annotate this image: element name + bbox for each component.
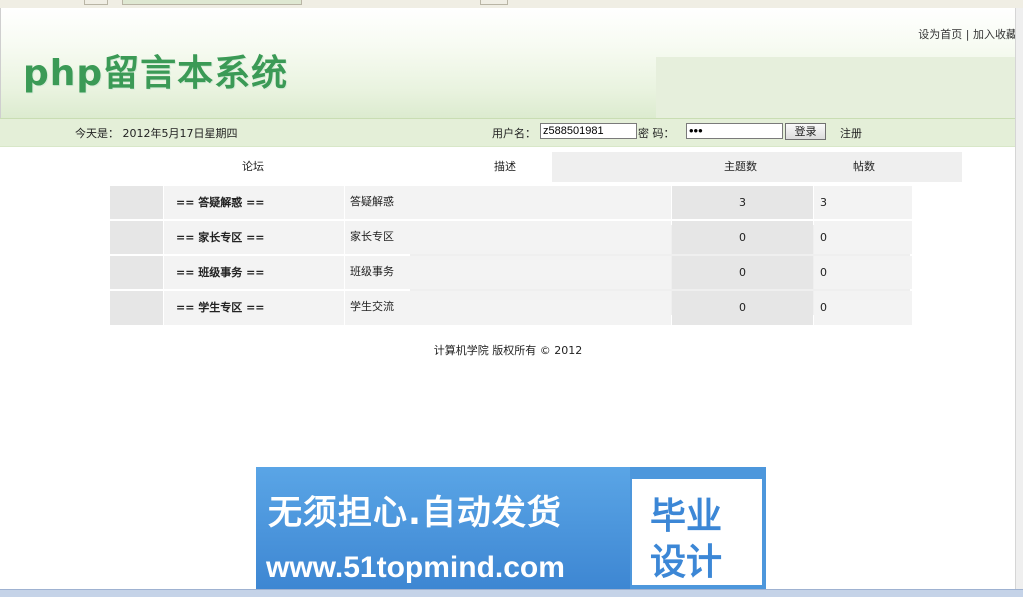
horizontal-scrollbar[interactable] (0, 589, 1023, 597)
table-row[interactable]: == 学生专区 == (164, 291, 344, 325)
col-header-forum: 论坛 (242, 160, 264, 173)
login-button[interactable]: 登录 (785, 123, 826, 140)
forum-icon-cell (110, 221, 163, 254)
topic-count: 0 (672, 256, 813, 289)
banner-right: 毕业 设计 (632, 479, 762, 585)
post-count: 0 (814, 291, 912, 325)
table-row[interactable]: == 班级事务 == (164, 256, 344, 289)
username-field[interactable]: z588501981 (540, 123, 637, 139)
top-links: 设为首页 | 加入收藏 (918, 26, 1017, 42)
register-link[interactable]: 注册 (840, 125, 862, 141)
password-field[interactable]: ••• (686, 123, 783, 139)
site-header: php留言本系统 设为首页 | 加入收藏 (0, 8, 1017, 118)
forum-name-link[interactable]: == 学生专区 == (176, 301, 265, 314)
username-label: 用户名： (492, 127, 536, 140)
add-favorite-link[interactable]: 加入收藏 (973, 28, 1017, 41)
forum-name-link[interactable]: == 答疑解惑 == (176, 196, 265, 209)
post-count: 0 (814, 256, 912, 289)
password-label: 密 码： (638, 127, 675, 140)
site-logo: php留言本系统 (23, 53, 289, 94)
forum-icon-cell (110, 256, 163, 289)
forum-name-link[interactable]: == 班级事务 == (176, 266, 265, 279)
col-header-posts: 帖数 (853, 160, 875, 173)
browser-tab[interactable] (84, 0, 108, 5)
browser-tab[interactable] (480, 0, 508, 5)
forum-desc: 家长专区 (345, 221, 671, 254)
post-count: 3 (814, 186, 912, 219)
topic-count: 3 (672, 186, 813, 219)
col-header-topics: 主题数 (724, 160, 757, 173)
banner-right-line1: 毕业 (650, 496, 723, 537)
banner-left: 无须担心.自动发货 www.51topmind.com (256, 467, 630, 591)
banner-right-line2: 设计 (650, 542, 723, 583)
current-date: 今天是： 2012年5月17日星期四 (75, 127, 238, 140)
topic-count: 0 (672, 291, 813, 325)
header-shade (656, 57, 1017, 118)
vertical-scrollbar[interactable] (1015, 8, 1023, 590)
render-artifact (552, 152, 962, 182)
link-separator: | (965, 28, 970, 41)
table-row[interactable]: == 答疑解惑 == (164, 186, 344, 219)
forum-icon-cell (110, 186, 163, 219)
table-row[interactable]: == 家长专区 == (164, 221, 344, 254)
forum-icon-cell (110, 291, 163, 325)
ad-banner[interactable]: 无须担心.自动发货 www.51topmind.com 毕业 设计 (256, 467, 766, 591)
set-home-link[interactable]: 设为首页 (918, 28, 962, 41)
copyright-footer: 计算机学院 版权所有 © 2012 (433, 344, 583, 357)
banner-slogan: 无须担心.自动发货 (268, 493, 562, 533)
forum-name-link[interactable]: == 家长专区 == (176, 231, 265, 244)
banner-url: www.51topmind.com (266, 551, 565, 584)
forum-desc: 学生交流 (345, 291, 671, 325)
col-header-desc: 描述 (494, 160, 516, 173)
forum-desc: 答疑解惑 (345, 186, 671, 219)
login-bar: 今天是： 2012年5月17日星期四 用户名： z588501981 密 码： … (0, 118, 1016, 147)
topic-count: 0 (672, 221, 813, 254)
forum-desc: 班级事务 (345, 256, 671, 289)
post-count: 0 (814, 221, 912, 254)
browser-tab-active[interactable] (122, 0, 302, 5)
